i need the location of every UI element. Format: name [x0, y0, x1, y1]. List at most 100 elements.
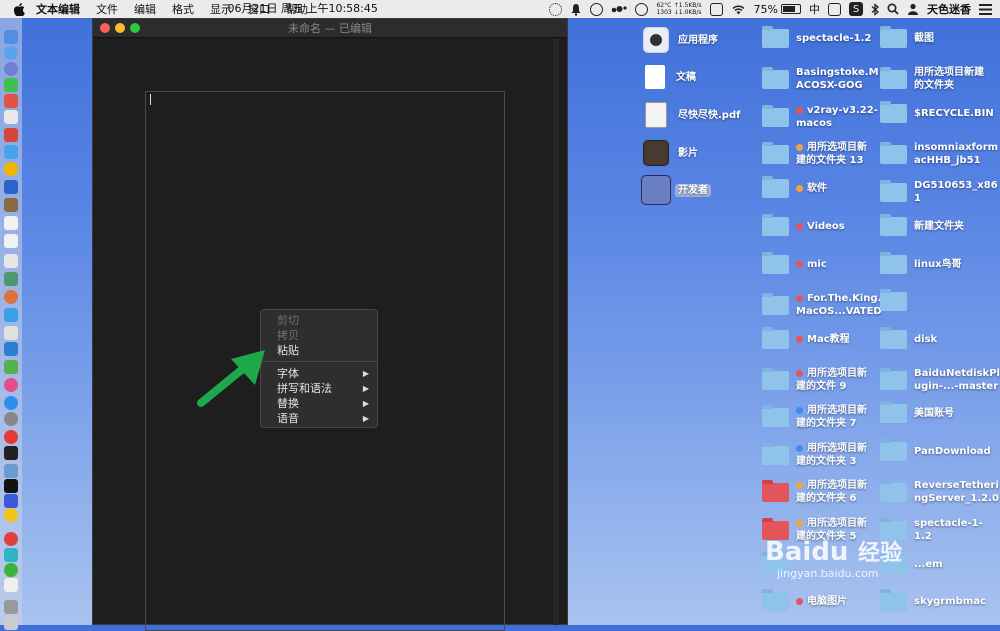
dots-status-icon[interactable] — [611, 4, 628, 14]
transfer-status-icon[interactable] — [709, 2, 723, 16]
music-icon[interactable] — [4, 378, 18, 392]
user-name[interactable]: 天色迷香 — [927, 1, 971, 17]
wifi-icon[interactable] — [731, 4, 746, 15]
menu-item-paste[interactable]: 粘贴 — [277, 343, 369, 357]
menu-list-icon[interactable] — [979, 3, 992, 15]
globe-status-icon[interactable] — [635, 2, 649, 16]
preview-icon[interactable] — [4, 254, 18, 268]
menu-item-spelling[interactable]: 拼写和语法 ▶ — [277, 381, 369, 395]
numbers-icon[interactable] — [4, 360, 18, 374]
wechat-icon[interactable] — [4, 563, 18, 577]
app-teal-icon[interactable] — [4, 548, 18, 562]
desktop-folder-item[interactable]: 美国账号 — [880, 401, 954, 423]
menu-item-speech[interactable]: 语音 ▶ — [277, 411, 369, 425]
desktop-folder-item[interactable]: Basingstoke.M ACOSX-GOG — [762, 66, 879, 92]
desktop-folder-item[interactable]: insomniaxform acHHB_jb51 — [880, 141, 998, 167]
desktop-folder-item[interactable]: PanDownload — [880, 439, 991, 461]
desktop-folder-item[interactable]: disk — [880, 327, 937, 349]
desktop-folder-item[interactable]: 用所选项目新 建的文件夹 3 — [762, 442, 867, 468]
vertical-scrollbar[interactable] — [553, 39, 559, 625]
sensor-readout[interactable]: 62°C 1303 ↑1.5KB/s ↓1.0KB/s — [656, 2, 701, 16]
input-grid-icon[interactable] — [828, 2, 841, 16]
menu-item-cut[interactable]: 剪切 — [277, 313, 369, 327]
app-store-icon[interactable] — [4, 396, 18, 410]
textedit-icon[interactable] — [4, 578, 18, 592]
user-icon[interactable] — [907, 3, 919, 15]
vpn-icon[interactable] — [4, 494, 18, 508]
netease-icon[interactable] — [4, 532, 18, 546]
desktop-folder-item[interactable]: Mac教程 — [762, 327, 850, 349]
app-red2-icon[interactable] — [4, 128, 18, 142]
apple-menu-icon[interactable] — [12, 2, 26, 16]
desktop-folder-item[interactable]: skygrmbmac — [880, 589, 986, 611]
app-blue2-icon[interactable] — [4, 180, 18, 194]
desktop-folder-item[interactable]: 软件 — [762, 176, 827, 198]
menu-format[interactable]: 格式 — [172, 1, 194, 17]
android-icon[interactable] — [4, 78, 18, 92]
desktop-folder-item[interactable]: BaiduNetdiskPl ugin-...-master — [880, 367, 1000, 393]
app-blue-icon[interactable] — [4, 145, 18, 159]
yandex-icon[interactable] — [4, 508, 18, 522]
desktop-folder-item[interactable]: 用所选项目新 建的文件夹 7 — [762, 404, 867, 430]
desktop-folder-item[interactable]: 用所选项目新 建的文件夹 6 — [762, 479, 867, 505]
title-bar[interactable]: 未命名 — 已编辑 — [93, 19, 567, 38]
launchpad-icon[interactable] — [4, 46, 18, 60]
compass-status-icon[interactable] — [590, 2, 604, 16]
desktop-item-developer[interactable]: 开发者 — [641, 175, 711, 205]
app-light-icon[interactable] — [4, 464, 18, 478]
menu-file[interactable]: 文件 — [96, 1, 118, 17]
terminal-icon[interactable] — [4, 446, 18, 460]
messages-icon[interactable] — [4, 308, 18, 322]
desktop-folder-item[interactable]: $RECYCLE.BIN — [880, 101, 994, 123]
bell-status-icon[interactable] — [570, 3, 582, 16]
desktop-item-pdf[interactable]: 尽快尽快.pdf — [643, 102, 740, 128]
app-red-icon[interactable] — [4, 94, 18, 108]
desktop-folder-item[interactable]: 电脑图片 — [762, 589, 847, 611]
menu-app-name[interactable]: 文本编辑 — [36, 1, 80, 17]
desktop-folder-item[interactable]: ReverseTetheri ngServer_1.2.0 — [880, 479, 999, 505]
vivaldi-icon[interactable] — [4, 430, 18, 444]
desktop-folder-item[interactable]: 用所选项目新 建的文件夹 13 — [762, 141, 867, 167]
battery-status[interactable]: 75% — [754, 3, 801, 16]
app-brown-icon[interactable] — [4, 198, 18, 212]
search-icon[interactable] — [887, 3, 899, 15]
desktop-item-movies[interactable]: 影片 — [643, 140, 698, 166]
safari-icon[interactable] — [4, 62, 18, 76]
clock[interactable]: 06月21日 周五 上午10:58:45 — [227, 0, 377, 16]
desktop-folder-item[interactable] — [880, 289, 914, 311]
desktop-folder-item[interactable]: DG510653_x86 1 — [880, 179, 998, 205]
zoom-button[interactable] — [130, 23, 140, 33]
notes-icon[interactable] — [4, 234, 18, 248]
menu-item-substitutions[interactable]: 替换 ▶ — [277, 396, 369, 410]
menu-item-font[interactable]: 字体 ▶ — [277, 366, 369, 380]
desktop-folder-item[interactable]: 新建文件夹 — [880, 214, 964, 236]
console-icon[interactable] — [4, 479, 18, 493]
calendar-icon[interactable] — [4, 216, 18, 230]
desktop-folder-item[interactable]: 用所选项目新 建的文件 9 — [762, 367, 867, 393]
desktop-folder-item[interactable]: v2ray-v3.22- macos — [762, 104, 878, 130]
app-gray-icon[interactable] — [4, 326, 18, 340]
photos-icon[interactable] — [4, 290, 18, 304]
maps-icon[interactable] — [4, 272, 18, 286]
minimize-button[interactable] — [115, 23, 125, 33]
settings-icon[interactable] — [4, 412, 18, 426]
desktop-folder-item[interactable]: linux鸟哥 — [880, 252, 962, 274]
desktop-folder-item[interactable]: mic — [762, 252, 827, 274]
desktop-item-applications[interactable]: 应用程序 — [643, 27, 718, 53]
chrome-icon[interactable] — [4, 162, 18, 176]
app-white-icon[interactable] — [4, 110, 18, 124]
desktop-folder-item[interactable]: 用所选项目新建 的文件夹 — [880, 66, 984, 92]
gear-status-icon[interactable] — [549, 2, 563, 16]
desktop-folder-item[interactable]: spectacle-1.2 — [762, 26, 871, 48]
menu-edit[interactable]: 编辑 — [134, 1, 156, 17]
desktop-item-documents[interactable]: 文稿 — [643, 65, 696, 89]
menu-item-copy[interactable]: 拷贝 — [277, 328, 369, 342]
downloads-icon[interactable] — [4, 600, 18, 614]
s-app-icon[interactable]: S — [849, 2, 863, 16]
close-button[interactable] — [100, 23, 110, 33]
input-method[interactable]: 中 — [809, 1, 820, 17]
desktop-folder-item[interactable]: For.The.King. MacOS...VATED — [762, 292, 882, 318]
trash-icon[interactable] — [4, 616, 18, 630]
desktop-folder-item[interactable]: 截图 — [880, 26, 934, 48]
app-blue3-icon[interactable] — [4, 342, 18, 356]
